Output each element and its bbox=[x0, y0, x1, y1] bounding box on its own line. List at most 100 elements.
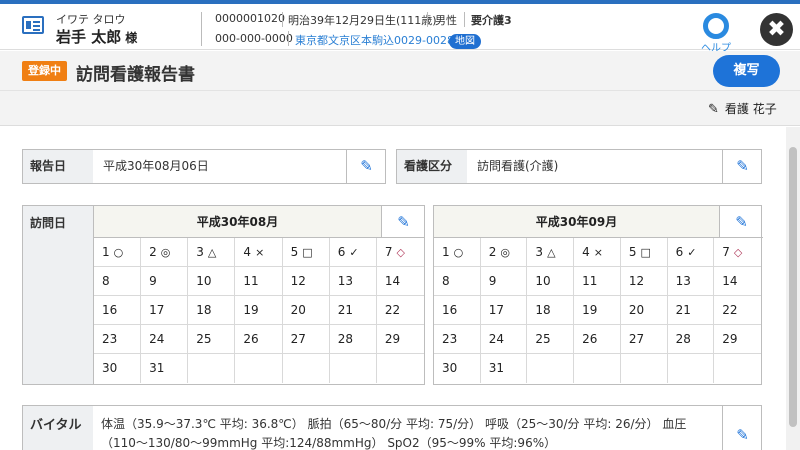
day-number: 6 bbox=[675, 245, 684, 259]
calendar-day-cell[interactable]: 11 bbox=[235, 267, 283, 296]
calendar-day-cell[interactable]: 13 bbox=[667, 267, 715, 296]
day-number: 27 bbox=[628, 332, 645, 346]
calendar-day-cell[interactable]: 8 bbox=[434, 267, 481, 296]
calendar-day-cell[interactable]: 17 bbox=[141, 296, 189, 325]
copy-button[interactable]: 複写 bbox=[713, 55, 780, 87]
calendar-day-cell[interactable]: 12 bbox=[282, 267, 330, 296]
calendar-day-cell[interactable] bbox=[668, 354, 715, 383]
calendar-day-cell[interactable]: 2 ◎ bbox=[141, 238, 189, 267]
calendar-day-cell[interactable]: 26 bbox=[574, 325, 621, 354]
calendar-day-cell[interactable]: 27 bbox=[620, 325, 668, 354]
calendar-day-cell[interactable]: 6 ✓ bbox=[329, 238, 377, 267]
calendar-day-cell[interactable] bbox=[714, 354, 761, 383]
author[interactable]: ✎ 看護 花子 bbox=[708, 100, 777, 117]
vertical-scrollbar[interactable] bbox=[786, 127, 800, 450]
calendar-day-cell[interactable]: 9 bbox=[141, 267, 189, 296]
calendar-day-cell[interactable]: 23 bbox=[434, 325, 481, 354]
calendar-day-cell[interactable]: 7 ◇ bbox=[376, 238, 424, 267]
calendar-day-cell[interactable]: 31 bbox=[481, 354, 528, 383]
calendar-day-cell[interactable]: 30 bbox=[94, 354, 142, 383]
edit-calendar-button[interactable]: ✎ bbox=[719, 206, 763, 238]
calendar-day-cell[interactable]: 3 △ bbox=[527, 238, 575, 267]
calendar-day-cell[interactable]: 19 bbox=[235, 296, 283, 325]
calendar-day-cell[interactable] bbox=[330, 354, 377, 383]
square-mark-icon: □ bbox=[302, 246, 313, 259]
calendar-day-cell[interactable]: 24 bbox=[480, 325, 528, 354]
calendar-day-cell[interactable]: 26 bbox=[235, 325, 283, 354]
patient-address[interactable]: 東京都文京区本駒込0029-0028 bbox=[295, 32, 454, 48]
calendar-day-cell[interactable]: 14 bbox=[376, 267, 424, 296]
calendar-day-cell[interactable]: 5 □ bbox=[620, 238, 668, 267]
calendar-day-cell[interactable]: 10 bbox=[188, 267, 236, 296]
author-bar bbox=[0, 91, 800, 126]
calendar-day-cell[interactable] bbox=[235, 354, 283, 383]
calendar-day-cell[interactable]: 18 bbox=[527, 296, 575, 325]
calendar-grid: 1 ○ 2 ◎ 3 △ 4 × 5 □ 6 ✓ 7 ◇ 8 9 10 11 12 13 14 16 17 18 19 20 21 22… bbox=[94, 238, 424, 383]
edit-report-date-button[interactable]: ✎ bbox=[346, 150, 386, 183]
calendar-day-cell[interactable]: 3 △ bbox=[188, 238, 236, 267]
calendar-day-cell[interactable]: 6 ✓ bbox=[667, 238, 715, 267]
day-number: 7 bbox=[722, 245, 730, 259]
calendar-day-cell[interactable]: 13 bbox=[329, 267, 377, 296]
calendar-day-cell[interactable]: 30 bbox=[434, 354, 481, 383]
calendar-day-cell[interactable]: 25 bbox=[527, 325, 575, 354]
calendar-day-cell[interactable] bbox=[621, 354, 668, 383]
day-number: 26 bbox=[582, 332, 598, 346]
calendar-day-cell[interactable]: 16 bbox=[434, 296, 481, 325]
edit-nursing-type-button[interactable]: ✎ bbox=[722, 150, 762, 183]
patient-name: 岩手 太郎様 bbox=[56, 26, 137, 47]
calendar-day-cell[interactable]: 29 bbox=[376, 325, 424, 354]
calendar-day-cell[interactable] bbox=[527, 354, 575, 383]
day-number: 20 bbox=[628, 303, 645, 317]
day-number: 21 bbox=[675, 303, 691, 317]
calendar-day-cell[interactable]: 2 ◎ bbox=[480, 238, 528, 267]
calendar-day-cell[interactable]: 28 bbox=[667, 325, 715, 354]
calendar-day-cell[interactable]: 10 bbox=[527, 267, 575, 296]
status-badge: 登録中 bbox=[22, 61, 67, 81]
calendar-day-cell[interactable]: 4 × bbox=[574, 238, 621, 267]
calendar-day-cell[interactable]: 21 bbox=[329, 296, 377, 325]
calendar-day-cell[interactable]: 31 bbox=[141, 354, 189, 383]
calendar-day-cell[interactable]: 4 × bbox=[235, 238, 283, 267]
calendar-day-cell[interactable] bbox=[377, 354, 424, 383]
calendar-day-cell[interactable]: 17 bbox=[480, 296, 528, 325]
edit-calendar-button[interactable]: ✎ bbox=[381, 206, 425, 238]
day-number: 23 bbox=[102, 332, 118, 346]
calendar-day-cell[interactable]: 23 bbox=[94, 325, 142, 354]
day-number: 24 bbox=[149, 332, 165, 346]
calendar-day-cell[interactable]: 12 bbox=[620, 267, 668, 296]
calendar-day-cell[interactable]: 20 bbox=[620, 296, 668, 325]
calendar-day-cell[interactable]: 27 bbox=[282, 325, 330, 354]
calendar-day-cell[interactable]: 18 bbox=[188, 296, 236, 325]
calendar-day-cell[interactable]: 22 bbox=[376, 296, 424, 325]
edit-vital-button[interactable]: ✎ bbox=[722, 406, 762, 450]
calendar-day-cell[interactable]: 1 ○ bbox=[94, 238, 142, 267]
author-name: 看護 花子 bbox=[724, 102, 777, 116]
check-mark-icon: ✓ bbox=[349, 246, 359, 259]
calendar-day-cell[interactable]: 19 bbox=[574, 296, 621, 325]
calendar-day-cell[interactable]: 14 bbox=[714, 267, 761, 296]
calendar-day-cell[interactable]: 11 bbox=[574, 267, 621, 296]
calendar-day-cell[interactable]: 22 bbox=[714, 296, 761, 325]
calendar-day-cell[interactable]: 1 ○ bbox=[434, 238, 481, 267]
calendar-day-cell[interactable] bbox=[574, 354, 621, 383]
calendar-day-cell[interactable]: 29 bbox=[714, 325, 761, 354]
map-button[interactable]: 地図 bbox=[449, 34, 481, 49]
help-icon[interactable] bbox=[703, 13, 729, 39]
calendar-day-cell[interactable]: 16 bbox=[94, 296, 142, 325]
calendar-day-cell[interactable]: 20 bbox=[282, 296, 330, 325]
close-icon[interactable]: ✖ bbox=[760, 13, 793, 46]
calendar-day-cell[interactable]: 5 □ bbox=[282, 238, 330, 267]
scrollbar-thumb[interactable] bbox=[789, 147, 797, 427]
day-number: 9 bbox=[488, 274, 497, 288]
calendar-day-cell[interactable] bbox=[188, 354, 236, 383]
visit-date-label-cell: 訪問日 bbox=[22, 205, 94, 385]
calendar-day-cell[interactable]: 21 bbox=[667, 296, 715, 325]
calendar-day-cell[interactable]: 24 bbox=[141, 325, 189, 354]
calendar-day-cell[interactable]: 9 bbox=[480, 267, 528, 296]
calendar-day-cell[interactable]: 25 bbox=[188, 325, 236, 354]
calendar-day-cell[interactable]: 28 bbox=[329, 325, 377, 354]
calendar-day-cell[interactable]: 7 ◇ bbox=[714, 238, 761, 267]
calendar-day-cell[interactable] bbox=[283, 354, 330, 383]
calendar-day-cell[interactable]: 8 bbox=[94, 267, 142, 296]
